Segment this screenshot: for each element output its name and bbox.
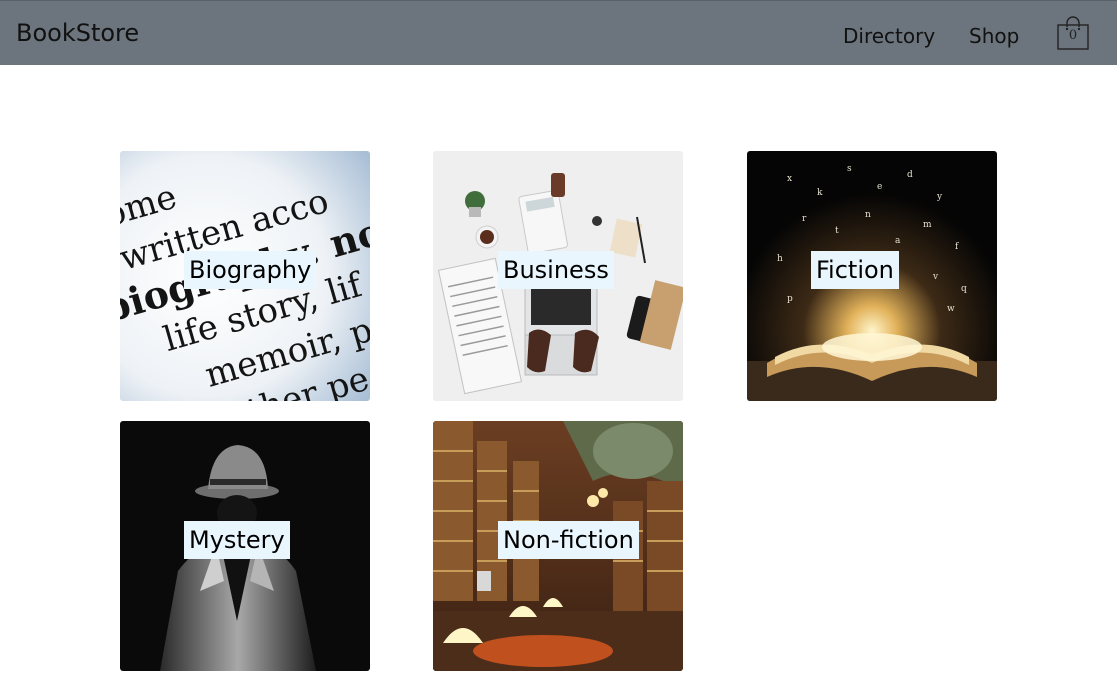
- svg-text:s: s: [847, 164, 852, 174]
- svg-text:m: m: [923, 220, 932, 230]
- svg-text:d: d: [907, 170, 913, 180]
- brand-logo-link[interactable]: BookStore: [16, 18, 139, 48]
- nav-link-shop[interactable]: Shop: [969, 23, 1019, 49]
- category-tile-fiction[interactable]: xks edy rtn amf hzv qpw ob Fiction: [747, 151, 997, 401]
- category-tile-biography[interactable]: some written acco biography. no life sto…: [120, 151, 370, 401]
- svg-text:x: x: [787, 174, 792, 184]
- top-navbar: BookStore Directory Shop 0: [0, 0, 1117, 65]
- cart-item-count: 0: [1068, 28, 1078, 43]
- svg-text:r: r: [802, 214, 807, 224]
- svg-text:p: p: [787, 294, 793, 304]
- svg-text:n: n: [865, 210, 871, 220]
- cart-button[interactable]: 0: [1056, 15, 1090, 51]
- svg-text:e: e: [877, 182, 882, 192]
- category-tile-mystery[interactable]: Mystery: [120, 421, 370, 671]
- category-tile-non-fiction[interactable]: Non-fiction: [433, 421, 683, 671]
- nav-link-directory[interactable]: Directory: [843, 23, 935, 49]
- svg-text:t: t: [835, 226, 839, 236]
- svg-text:w: w: [947, 304, 955, 314]
- svg-text:y: y: [936, 192, 943, 202]
- svg-text:q: q: [961, 284, 967, 294]
- category-label-non-fiction: Non-fiction: [498, 521, 639, 559]
- svg-text:h: h: [777, 254, 783, 264]
- svg-text:k: k: [817, 188, 823, 198]
- category-label-biography: Biography: [184, 251, 317, 289]
- category-tile-business[interactable]: Business: [433, 151, 683, 401]
- category-label-business: Business: [498, 251, 614, 289]
- svg-text:a: a: [895, 236, 901, 246]
- category-label-fiction: Fiction: [811, 251, 899, 289]
- category-label-mystery: Mystery: [184, 521, 290, 559]
- svg-text:v: v: [932, 272, 939, 282]
